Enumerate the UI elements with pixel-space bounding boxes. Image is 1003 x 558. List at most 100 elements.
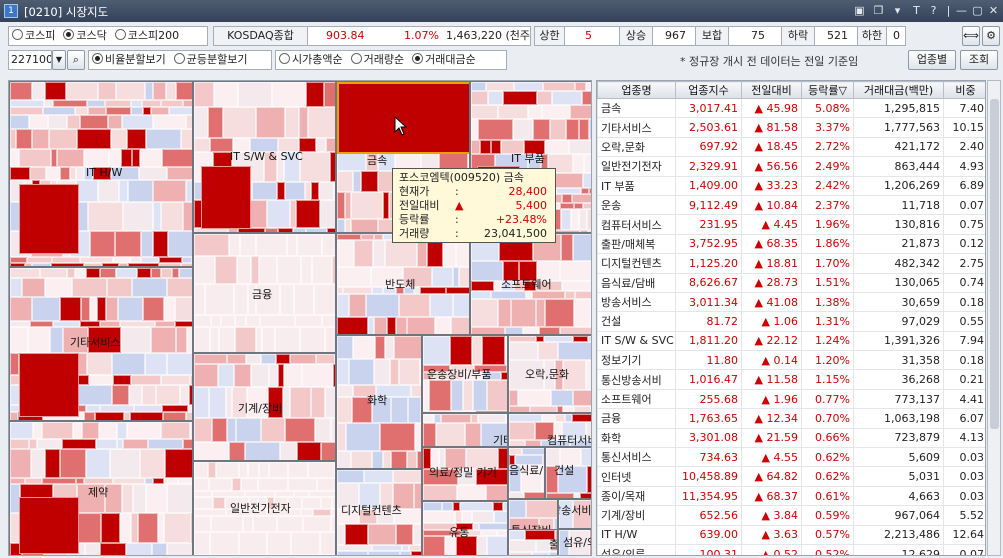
stock-cell[interactable] <box>545 299 574 327</box>
stock-cell[interactable] <box>80 115 108 129</box>
table-row[interactable]: 건설 81.72 ▲ 1.06 1.31% 97,029 0.55 <box>597 311 985 332</box>
stock-cell[interactable] <box>45 82 66 100</box>
stock-cell[interactable] <box>453 294 469 317</box>
stock-cell[interactable] <box>10 439 29 449</box>
stock-cell[interactable] <box>81 297 90 321</box>
stock-cell[interactable] <box>346 423 380 451</box>
stock-cell[interactable] <box>324 82 335 107</box>
stock-cell[interactable] <box>284 364 302 387</box>
stock-cell[interactable] <box>218 364 234 387</box>
stock-cell[interactable] <box>325 387 335 418</box>
stock-cell[interactable] <box>251 364 269 387</box>
stock-cell[interactable] <box>451 380 463 411</box>
stock-cell[interactable] <box>573 390 591 406</box>
stock-cell[interactable] <box>407 451 417 468</box>
stock-cell[interactable] <box>316 138 326 152</box>
table-row[interactable]: 통신방송서비 1,016.47 ▲ 11.58 1.15% 36,268 0.21 <box>597 369 985 390</box>
stock-cell[interactable] <box>337 524 345 545</box>
stock-cell[interactable] <box>390 359 399 385</box>
stock-cell[interactable] <box>583 173 591 188</box>
stock-cell[interactable] <box>353 336 375 359</box>
stock-cell[interactable] <box>459 267 469 287</box>
stock-cell[interactable] <box>383 451 391 468</box>
stock-cell[interactable] <box>334 555 336 556</box>
stock-cell[interactable] <box>85 543 100 555</box>
stock-cell[interactable] <box>176 327 187 353</box>
treemap-sector[interactable]: 일반전기전자 <box>193 461 336 556</box>
table-row[interactable]: 오락,문화 697.92 ▲ 18.45 2.72% 421,172 2.40 <box>597 136 985 158</box>
stock-cell[interactable] <box>423 502 442 511</box>
stock-cell[interactable] <box>90 231 115 257</box>
stock-cell[interactable] <box>256 107 285 138</box>
stock-cell[interactable] <box>462 511 472 523</box>
stock-cell[interactable] <box>480 140 491 154</box>
stock-cell[interactable] <box>277 516 303 532</box>
stock-cell[interactable] <box>525 440 541 446</box>
stock-cell[interactable] <box>372 451 383 468</box>
stock-cell[interactable] <box>509 422 535 440</box>
stock-cell[interactable] <box>349 359 374 385</box>
stock-cell[interactable] <box>82 422 99 439</box>
market-radio-kospi[interactable]: 코스피 <box>12 27 55 45</box>
stock-cell[interactable] <box>246 354 261 364</box>
stock-cell[interactable] <box>98 82 116 100</box>
stock-cell[interactable] <box>22 278 45 297</box>
stock-cell[interactable] <box>45 278 72 297</box>
treemap-sector[interactable]: 의료/정밀 기기 <box>422 447 508 501</box>
stock-cell[interactable] <box>260 315 295 327</box>
treemap-sector[interactable]: 운송장비/부품 <box>422 335 508 413</box>
stock-cell[interactable] <box>186 412 192 420</box>
stock-cell[interactable] <box>87 353 112 375</box>
stock-cell[interactable] <box>306 82 324 107</box>
stock-cell[interactable] <box>49 129 77 149</box>
sector-button[interactable]: 업종별 <box>908 50 956 70</box>
stock-cell[interactable] <box>434 414 441 423</box>
stock-cell[interactable] <box>142 100 161 107</box>
stock-cell[interactable] <box>296 200 320 228</box>
view-radio-equal[interactable]: 균등분할보기 <box>173 51 247 69</box>
stock-cell[interactable] <box>423 414 434 423</box>
stock-cell[interactable] <box>566 119 579 140</box>
stock-cell[interactable] <box>10 353 19 375</box>
stock-cell[interactable] <box>509 492 524 498</box>
stock-cell[interactable] <box>142 385 156 405</box>
stock-cell[interactable] <box>239 532 267 555</box>
stock-cell[interactable] <box>153 231 168 257</box>
stock-cell[interactable] <box>509 500 526 518</box>
window-button[interactable]: ▾ <box>890 3 905 18</box>
stock-cell[interactable] <box>10 412 18 420</box>
stock-cell[interactable] <box>337 219 345 232</box>
stock-cell[interactable] <box>473 380 487 411</box>
table-row[interactable]: 금속 3,017.41 ▲ 45.98 5.08% 1,295,815 7.40 <box>597 97 985 119</box>
stock-cell[interactable] <box>187 327 192 353</box>
treemap-sector[interactable]: 기타서비스 <box>9 267 193 421</box>
stock-cell[interactable] <box>337 451 351 468</box>
stock-cell[interactable] <box>246 315 260 327</box>
stock-cell[interactable] <box>446 287 469 294</box>
column-header[interactable]: 업종지수 <box>675 81 742 99</box>
stock-cell[interactable] <box>528 105 542 119</box>
stock-cell[interactable] <box>108 115 122 129</box>
stock-cell[interactable] <box>105 100 131 107</box>
stock-cell[interactable] <box>586 82 591 91</box>
stock-cell[interactable] <box>111 129 127 149</box>
stock-cell[interactable] <box>471 91 488 105</box>
stock-cell[interactable] <box>194 516 211 532</box>
stock-cell[interactable] <box>297 442 321 460</box>
column-header[interactable]: 업종명 <box>597 81 676 99</box>
stock-cell[interactable] <box>164 297 175 321</box>
stock-cell[interactable] <box>552 91 582 105</box>
stock-cell[interactable] <box>301 256 312 284</box>
stock-cell[interactable] <box>539 327 560 334</box>
stock-cell[interactable] <box>423 336 450 365</box>
stock-cell[interactable] <box>16 129 32 149</box>
stock-cell[interactable] <box>368 524 396 545</box>
stock-cell[interactable] <box>291 532 320 555</box>
stock-cell[interactable] <box>337 171 353 192</box>
stock-cell[interactable] <box>374 317 387 334</box>
stock-cell[interactable] <box>411 551 421 555</box>
stock-cell[interactable] <box>112 353 145 375</box>
stock-cell[interactable] <box>50 327 63 353</box>
stock-cell[interactable] <box>161 375 190 385</box>
table-row[interactable]: 기계/장비 652.56 ▲ 3.84 0.59% 967,064 5.52 <box>597 505 985 526</box>
